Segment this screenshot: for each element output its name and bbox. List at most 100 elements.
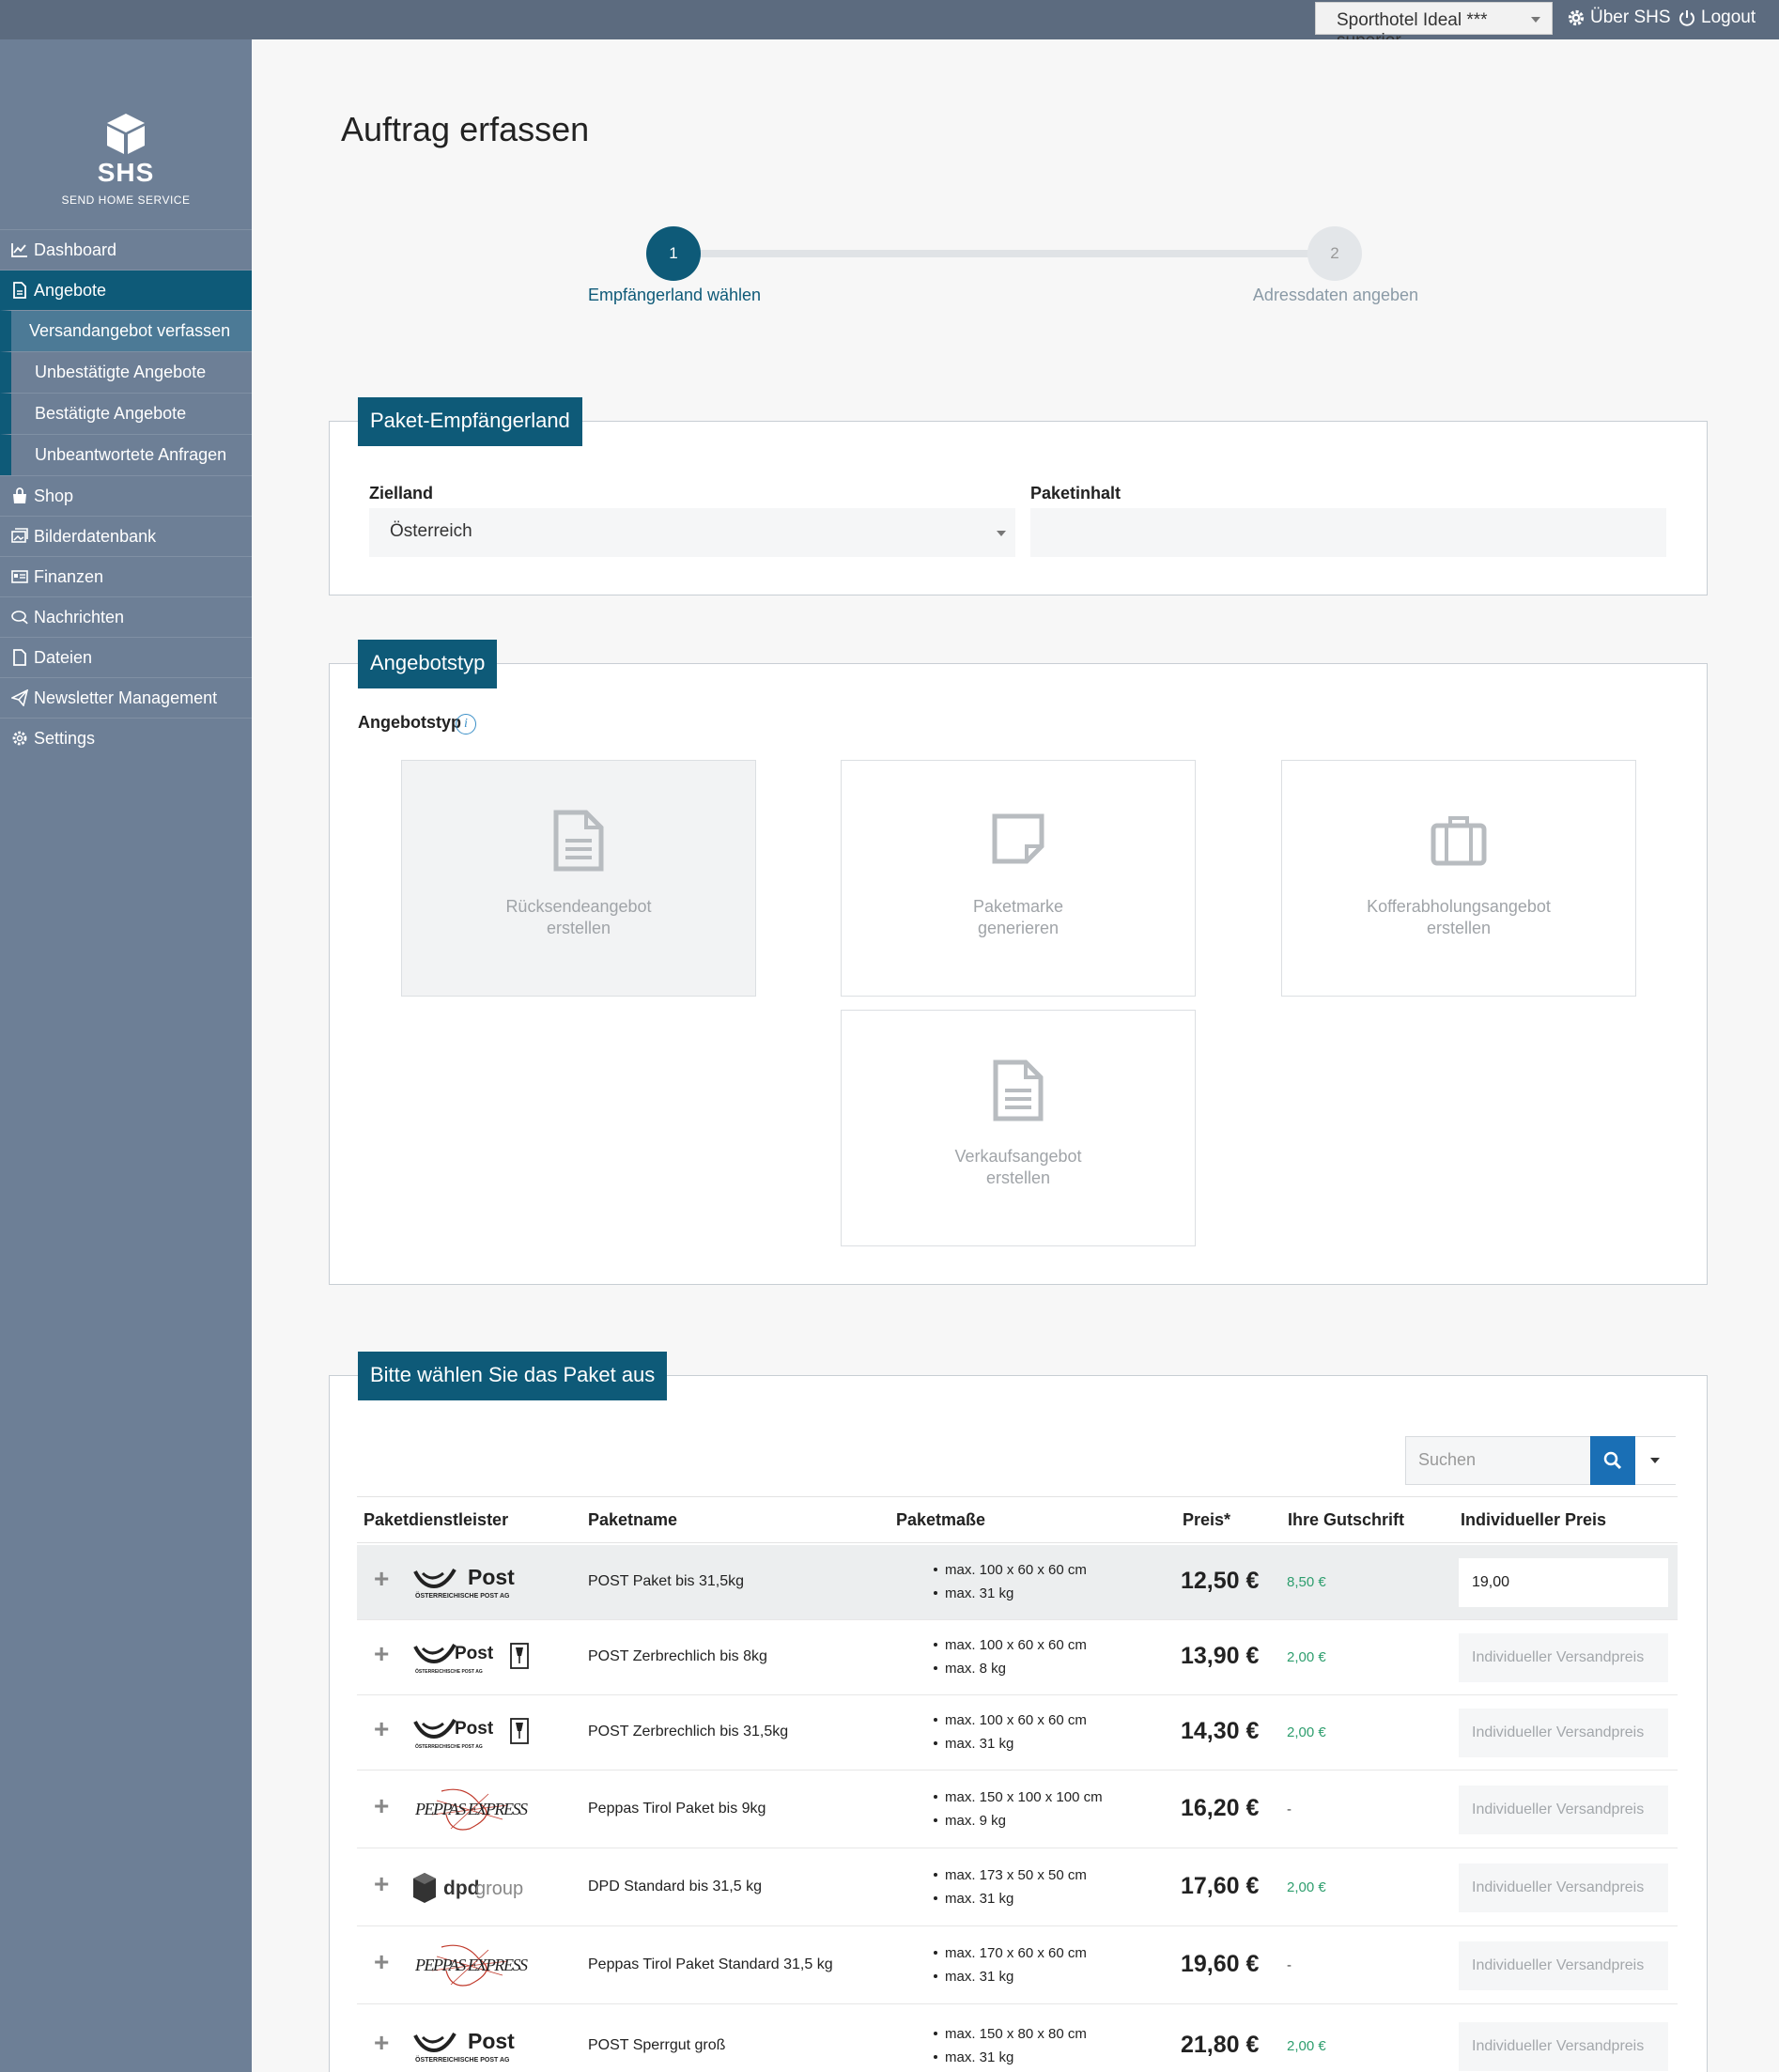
package-price: 12,50 €	[1181, 1568, 1260, 1594]
hotel-select[interactable]: Sporthotel Ideal *** superior	[1315, 2, 1553, 51]
sidebar-item-label: Finanzen	[34, 566, 104, 586]
column-header[interactable]: Ihre Gutschrift	[1288, 1510, 1404, 1530]
svg-text:Post: Post	[455, 1719, 494, 1739]
sidebar-item-dashboard[interactable]: Dashboard	[0, 229, 252, 270]
chevron-down-icon	[1650, 1458, 1660, 1463]
table-row[interactable]: + PEPPAS EXPRESS Peppas Tirol Paket Standa…	[357, 1926, 1678, 2004]
sidebar-subitem-bestaetigt[interactable]: Bestätigte Angebote	[0, 393, 252, 434]
country-panel: Paket-Empfängerland Zielland Österreich …	[329, 397, 1708, 595]
top-bar: Sporthotel Ideal *** superior Über SHS L…	[0, 0, 1779, 51]
about-link[interactable]: Über SHS	[1567, 8, 1671, 28]
sidebar-subitem-unbeantwortet[interactable]: Unbeantwortete Anfragen	[0, 434, 252, 475]
sidebar-subitem-versandangebot[interactable]: Versandangebot verfassen	[0, 310, 252, 351]
step-2[interactable]: 2	[1307, 226, 1362, 281]
card-ruecksendeangebot[interactable]: Rücksendeangebot erstellen	[401, 760, 756, 997]
dpd-logo-icon: dpdgroup	[413, 1872, 523, 1903]
logout-label: Logout	[1701, 8, 1756, 27]
svg-text:Post: Post	[468, 1565, 515, 1589]
individual-price-input[interactable]: Individueller Versandpreis	[1459, 1863, 1668, 1912]
sidebar-item-label: Dashboard	[34, 240, 117, 259]
expand-plus-icon[interactable]: +	[374, 1639, 389, 1669]
search-options-dropdown[interactable]	[1635, 1437, 1676, 1484]
table-row[interactable]: + Post ÖSTERREICHISCHE POST AG POST Zerbrec…	[357, 1620, 1678, 1695]
table-row[interactable]: + Post ÖSTERREICHISCHE POST AG POST Sperrgu…	[357, 2004, 1678, 2072]
logo-subtitle: SEND HOME SERVICE	[61, 193, 191, 207]
svg-text:PEPPAS EXPRESS: PEPPAS EXPRESS	[414, 1800, 528, 1818]
expand-plus-icon[interactable]: +	[374, 1869, 389, 1899]
individual-price-input[interactable]: Individueller Versandpreis	[1459, 1941, 1668, 1990]
content-input[interactable]	[1030, 508, 1666, 557]
package-price: 21,80 €	[1181, 2032, 1260, 2058]
provider-logo: Post ÖSTERREICHISCHE POST AG	[413, 1564, 531, 1601]
table-row[interactable]: + Post ÖSTERREICHISCHE POST AG POST Zerbrec…	[357, 1695, 1678, 1770]
card-subtitle: erstellen	[1426, 919, 1492, 937]
card-verkaufsangebot[interactable]: Verkaufsangebot erstellen	[841, 1010, 1196, 1246]
individual-price-input[interactable]: Individueller Versandpreis	[1459, 1785, 1668, 1834]
sidebar-item-finanzen[interactable]: Finanzen	[0, 556, 252, 596]
content-label: Paketinhalt	[1030, 484, 1122, 503]
sidebar-subitem-unbestaetigt[interactable]: Unbestätigte Angebote	[0, 351, 252, 393]
individual-price-input[interactable]: Individueller Versandpreis	[1459, 2022, 1668, 2071]
dimension-weight: max. 31 kg	[934, 2046, 1087, 2069]
package-price: 14,30 €	[1181, 1718, 1260, 1744]
step-1[interactable]: 1	[646, 226, 701, 281]
column-header[interactable]: Paketdienstleister	[364, 1510, 508, 1530]
individual-price-input[interactable]: 19,00	[1459, 1558, 1668, 1607]
search-input[interactable]: Suchen	[1406, 1437, 1590, 1484]
column-header[interactable]: Preis*	[1183, 1510, 1230, 1530]
sidebar-subitem-label: Versandangebot verfassen	[29, 321, 231, 340]
card-kofferabholung[interactable]: Kofferabholungsangebot erstellen	[1281, 760, 1636, 997]
sidebar-item-label: Dateien	[34, 647, 93, 667]
individual-price-input[interactable]: Individueller Versandpreis	[1459, 1709, 1668, 1757]
dimension-weight: max. 9 kg	[934, 1809, 1103, 1832]
table-row[interactable]: + PEPPAS EXPRESS Peppas Tirol Paket bis 9k…	[357, 1770, 1678, 1848]
card-subtitle: generieren	[977, 919, 1060, 937]
provider-logo: PEPPAS EXPRESS	[413, 1942, 531, 1989]
card-title: Paketmarke	[972, 897, 1064, 916]
table-row[interactable]: + Post ÖSTERREICHISCHE POST AG POST Paket b…	[357, 1545, 1678, 1620]
sidebar-item-angebote[interactable]: Angebote	[0, 270, 252, 310]
table-row[interactable]: + dpd group DPD Standard bis 31,5 kg max. 17…	[357, 1848, 1678, 1926]
column-header[interactable]: Paketmaße	[896, 1510, 985, 1530]
provider-logo: Post ÖSTERREICHISCHE POST AG	[413, 1714, 531, 1752]
sidebar-item-dateien[interactable]: Dateien	[0, 637, 252, 677]
expand-plus-icon[interactable]: +	[374, 2028, 389, 2058]
individual-price-input[interactable]: Individueller Versandpreis	[1459, 1633, 1668, 1682]
sidebar-subitem-label: Unbestätigte Angebote	[35, 363, 207, 381]
offer-type-label: Angebotstyp	[358, 713, 461, 732]
package-panel: Bitte wählen Sie das Paket aus Suchen Pa…	[329, 1352, 1708, 2072]
expand-plus-icon[interactable]: +	[374, 1791, 389, 1821]
expand-plus-icon[interactable]: +	[374, 1947, 389, 1977]
card-title: Kofferabholungsangebot	[1367, 897, 1551, 916]
sidebar-item-settings[interactable]: Settings	[0, 718, 252, 758]
sidebar: SHS SEND HOME SERVICE Dashboard Angebote…	[0, 39, 252, 2072]
info-icon[interactable]: i	[456, 714, 476, 734]
package-name: POST Zerbrechlich bis 8kg	[588, 1648, 767, 1664]
sidebar-subitem-label: Bestätigte Angebote	[35, 404, 187, 423]
dimension-size: max. 100 x 60 x 60 cm	[934, 1633, 1087, 1657]
comments-icon	[11, 611, 28, 625]
logo-name: SHS	[97, 158, 155, 187]
card-paketmarke[interactable]: Paketmarke generieren	[841, 760, 1196, 997]
sidebar-item-bilderdatenbank[interactable]: Bilderdatenbank	[0, 516, 252, 556]
package-dimensions: max. 100 x 60 x 60 cm max. 31 kg	[934, 1558, 1087, 1605]
expand-plus-icon[interactable]: +	[374, 1714, 389, 1744]
package-name: POST Sperrgut groß	[588, 2037, 726, 2053]
logout-link[interactable]: Logout	[1678, 8, 1756, 28]
svg-text:ÖSTERREICHISCHE POST AG: ÖSTERREICHISCHE POST AG	[415, 1591, 510, 1600]
country-select[interactable]: Österreich	[369, 508, 1015, 557]
column-header[interactable]: Paketname	[588, 1510, 677, 1530]
sidebar-item-shop[interactable]: Shop	[0, 475, 252, 516]
svg-text:dpd: dpd	[443, 1878, 479, 1899]
column-header[interactable]: Individueller Preis	[1461, 1510, 1606, 1530]
sidebar-item-newsletter[interactable]: Newsletter Management	[0, 677, 252, 718]
search-button[interactable]	[1590, 1436, 1635, 1485]
chart-icon	[11, 243, 27, 257]
sticky-note-icon	[992, 813, 1044, 864]
main-content: Auftrag erfassen 1 2 Empfängerland wähle…	[252, 39, 1779, 2072]
sidebar-item-nachrichten[interactable]: Nachrichten	[0, 596, 252, 637]
expand-plus-icon[interactable]: +	[374, 1564, 389, 1594]
dimension-size: max. 170 x 60 x 60 cm	[934, 1941, 1087, 1965]
post-logo-icon: Post ÖSTERREICHISCHE POST AG	[413, 1565, 515, 1600]
package-dimensions: max. 170 x 60 x 60 cm max. 31 kg	[934, 1941, 1087, 1988]
